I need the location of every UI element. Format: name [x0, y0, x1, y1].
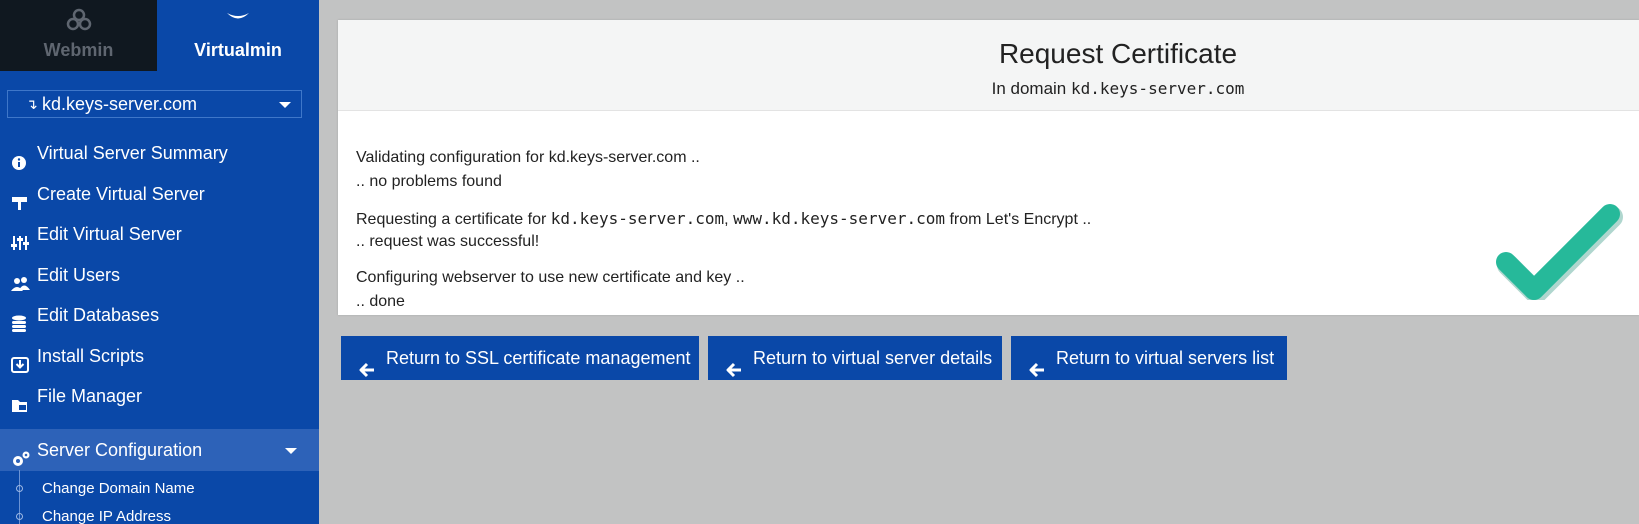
button-label: Return to SSL certificate management — [386, 348, 691, 368]
content-panel: Request Certificate In domain kd.keys-se… — [338, 20, 1639, 315]
folder-open-icon — [11, 387, 29, 412]
top-nav: Webmin Virtualmin — [0, 0, 319, 71]
menu-item-server-configuration[interactable]: Server Configuration — [0, 429, 319, 471]
database-icon — [11, 306, 29, 332]
log-requesting-suffix: from Let's Encrypt .. — [949, 211, 1092, 228]
tab-webmin[interactable]: Webmin — [0, 0, 157, 71]
chevron-down-icon — [285, 448, 297, 454]
log-requesting: Requesting a certificate for kd.keys-ser… — [356, 209, 1091, 229]
success-checkmark-icon — [1488, 190, 1628, 305]
tab-webmin-label: Webmin — [43, 40, 114, 60]
menu-item-file-manager[interactable]: File Manager — [0, 375, 319, 417]
submenu-item-change-domain-name[interactable]: Change Domain Name — [0, 476, 319, 502]
submenu-item-label: Change Domain Name — [42, 480, 195, 497]
menu-item-label: Edit Users — [37, 265, 121, 285]
page-subtitle: In domain kd.keys-server.com — [338, 79, 1639, 99]
download-box-icon — [11, 347, 29, 373]
submenu-item-label: Change IP Address — [42, 508, 171, 524]
arrow-left-icon — [359, 350, 375, 378]
menu-item-install-scripts[interactable]: Install Scripts — [0, 335, 319, 377]
log-request-success: .. request was successful! — [356, 233, 540, 250]
menu-item-label: Create Virtual Server — [37, 184, 205, 204]
menu-item-label: Server Configuration — [37, 440, 203, 460]
menu-item-label: Virtual Server Summary — [37, 143, 228, 163]
log-validating: Validating configuration for kd.keys-ser… — [356, 149, 700, 166]
domain-select[interactable]: ↴ kd.keys-server.com — [7, 90, 302, 118]
chevron-down-icon — [279, 102, 291, 108]
gears-icon — [11, 441, 30, 466]
log-domain-2: www.kd.keys-server.com — [733, 209, 945, 228]
subtitle-domain: kd.keys-server.com — [1071, 79, 1245, 98]
sign-post-icon — [11, 185, 29, 210]
menu-item-label: Edit Virtual Server — [37, 224, 182, 244]
virtualmin-logo-icon — [157, 8, 319, 34]
button-label: Return to virtual server details — [753, 348, 993, 368]
users-icon — [11, 266, 30, 291]
subtitle-prefix: In domain — [991, 79, 1067, 98]
subdomain-arrow-icon: ↴ — [26, 96, 38, 112]
menu-item-virtual-server-summary[interactable]: Virtual Server Summary — [0, 132, 319, 174]
log-done: .. done — [356, 293, 405, 310]
log-requesting-prefix: Requesting a certificate for — [356, 211, 547, 228]
circle-bullet-icon — [16, 485, 23, 492]
return-server-details-button[interactable]: Return to virtual server details — [708, 336, 1002, 380]
sidebar: Webmin Virtualmin ↴ kd.keys-server.com V… — [0, 0, 319, 524]
button-label: Return to virtual servers list — [1056, 348, 1275, 368]
submenu-item-change-ip-address[interactable]: Change IP Address — [0, 504, 319, 524]
menu-item-create-virtual-server[interactable]: Create Virtual Server — [0, 173, 319, 215]
menu-item-edit-users[interactable]: Edit Users — [0, 254, 319, 296]
page-title: Request Certificate — [998, 38, 1238, 69]
menu-item-label: Edit Databases — [37, 305, 160, 325]
menu-item-edit-databases[interactable]: Edit Databases — [0, 294, 319, 336]
arrow-left-icon — [1029, 350, 1045, 378]
menu-item-edit-virtual-server[interactable]: Edit Virtual Server — [0, 213, 319, 255]
arrow-left-icon — [726, 350, 742, 378]
log-domain-1: kd.keys-server.com — [550, 209, 725, 228]
info-circle-icon — [11, 144, 29, 170]
tab-virtualmin[interactable]: Virtualmin — [157, 0, 319, 71]
webmin-logo-icon — [0, 8, 157, 34]
sliders-icon — [11, 225, 29, 250]
log-no-problems: .. no problems found — [356, 173, 502, 190]
return-servers-list-button[interactable]: Return to virtual servers list — [1011, 336, 1287, 380]
menu-item-label: Install Scripts — [37, 346, 145, 366]
tab-virtualmin-label: Virtualmin — [194, 40, 282, 60]
menu-item-label: File Manager — [37, 386, 143, 406]
log-configuring: Configuring webserver to use new certifi… — [356, 269, 745, 286]
circle-bullet-icon — [16, 513, 23, 520]
return-ssl-management-button[interactable]: Return to SSL certificate management — [341, 336, 699, 380]
panel-header: Request Certificate In domain kd.keys-se… — [338, 20, 1639, 111]
domain-select-value: kd.keys-server.com — [42, 94, 198, 114]
log-comma: , — [724, 211, 729, 228]
